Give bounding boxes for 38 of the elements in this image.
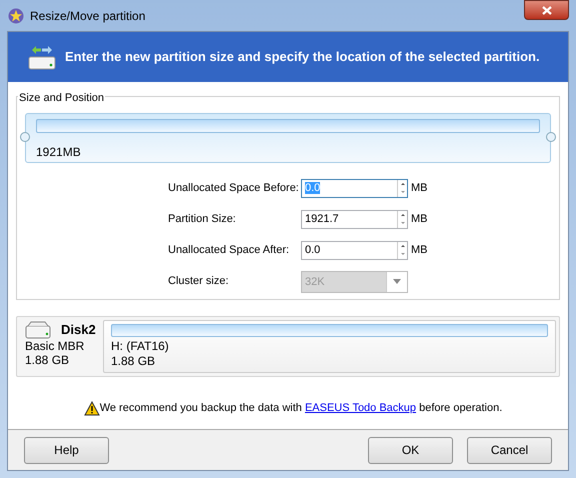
- window-title: Resize/Move partition: [30, 8, 146, 24]
- close-button[interactable]: [524, 0, 569, 20]
- spinner-icon[interactable]: [397, 211, 407, 228]
- dialog-button[interactable]: Help: [24, 436, 109, 464]
- field-label: Unallocated Space Before:: [168, 181, 300, 196]
- disk-type: Basic MBR: [25, 339, 86, 353]
- partition-label: H: (FAT16): [111, 339, 170, 354]
- spin-field[interactable]: 1921.7: [301, 210, 408, 229]
- resize-handle[interactable]: [546, 132, 556, 142]
- warning-icon: [84, 400, 100, 416]
- disk-size: 1.88 GB: [25, 353, 70, 367]
- spinner-icon[interactable]: [397, 180, 407, 197]
- backup-link[interactable]: EASEUS Todo Backup: [304, 402, 416, 414]
- bar-size-label: 1921MB: [36, 145, 82, 159]
- field-value: 0.0: [305, 182, 320, 194]
- unit-label: MB: [411, 243, 428, 258]
- field-value: 1921.7: [305, 213, 339, 225]
- field-label: Unallocated Space After:: [168, 243, 290, 258]
- partition-block[interactable]: H: (FAT16) 1.88 GB: [103, 320, 556, 373]
- field-label: Partition Size:: [168, 212, 237, 228]
- resize-handle[interactable]: [20, 132, 30, 142]
- unit-label: MB: [411, 181, 428, 196]
- dialog-button[interactable]: Cancel: [467, 436, 552, 464]
- app-icon: [8, 8, 24, 24]
- disk-name: Disk2: [61, 320, 96, 339]
- field-value: 0.0: [305, 244, 320, 256]
- caret-icon: [393, 279, 401, 284]
- backup-notice: We recommend you backup the data with EASEUS Todo Backup before operation.: [100, 401, 502, 416]
- dialog-button[interactable]: OK: [368, 436, 453, 464]
- spin-field[interactable]: 0.0: [301, 241, 408, 260]
- unit-label: MB: [411, 212, 428, 228]
- disk-icon: [25, 320, 51, 338]
- close-icon: [542, 6, 552, 14]
- drive-arrows-icon: [28, 44, 56, 70]
- partition-size: 1.88 GB: [111, 354, 156, 369]
- spinner-icon[interactable]: [397, 242, 407, 259]
- field-label: Cluster size:: [168, 274, 230, 290]
- banner-text: Enter the new partition size and specify the location of the selected partition.: [65, 48, 540, 66]
